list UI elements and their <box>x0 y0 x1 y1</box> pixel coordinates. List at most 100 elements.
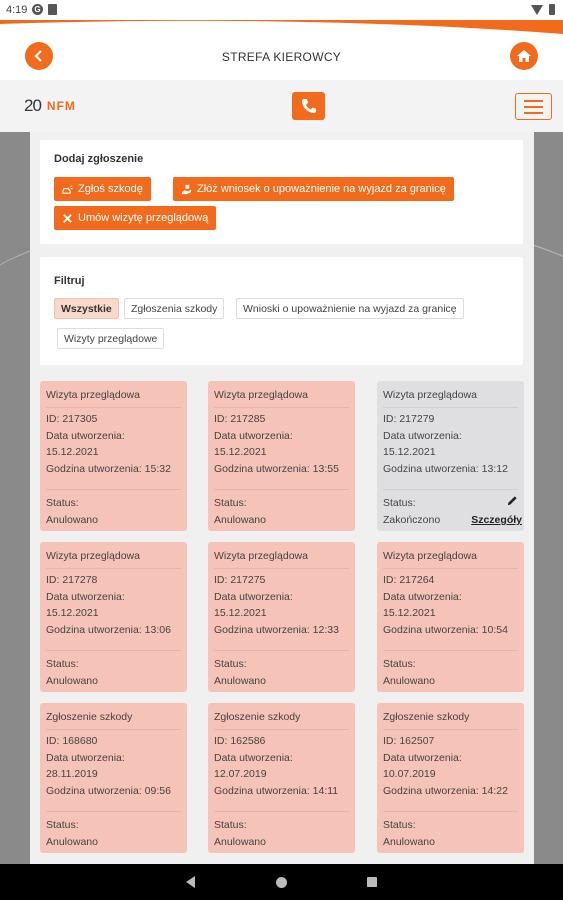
status-bar: 4:19 G <box>0 0 563 20</box>
google-icon: G <box>32 4 43 15</box>
card-date: 15.12.2021 <box>46 446 99 458</box>
card-id: ID: 162586 <box>214 735 266 747</box>
card-date-label: Data utworzenia: <box>214 591 293 603</box>
request-card[interactable]: Wizyta przeglądowa ID: 217275 Data utworze… <box>208 542 355 692</box>
add-request-title: Dodaj zgłoszenie <box>54 153 144 165</box>
logo-number: 20 <box>24 96 42 115</box>
app-header: STREFA KIEROWCY <box>0 34 563 80</box>
request-card[interactable]: Zgłoszenie szkody ID: 162586 Data utworzen… <box>208 703 355 853</box>
schedule-inspection-button[interactable]: Umów wizytę przeglądową <box>54 206 217 230</box>
card-date: 12.07.2019 <box>214 768 267 780</box>
card-status: Anulowano <box>46 836 98 848</box>
card-divider <box>46 650 181 651</box>
report-damage-label: Zgłoś szkodę <box>78 183 143 195</box>
abroad-authorization-label: Złóż wniosek o upoważnienie na wyjazd za… <box>197 183 446 195</box>
card-status: Anulowano <box>214 675 266 687</box>
card-id: ID: 162507 <box>383 735 435 747</box>
card-status: Anulowano <box>46 675 98 687</box>
card-details-link[interactable]: Szczegóły <box>471 514 522 526</box>
filter-inspection-chip[interactable]: Wizyty przeglądowe <box>57 328 165 349</box>
sim-card-icon <box>48 4 57 15</box>
request-card[interactable]: Wizyta przeglądowa ID: 217279 Data utworze… <box>377 381 524 531</box>
request-card[interactable]: Zgłoszenie szkody ID: 162507 Data utworzen… <box>377 703 524 853</box>
card-type: Wizyta przeglądowa <box>214 389 308 401</box>
card-divider <box>214 650 349 651</box>
company-logo[interactable]: 20 NFM <box>24 96 76 116</box>
menu-line-icon <box>524 105 543 108</box>
card-time: Godzina utworzenia: 12:33 <box>214 624 339 636</box>
card-date: 28.11.2019 <box>46 768 98 780</box>
card-id: ID: 217279 <box>383 413 435 425</box>
card-type: Zgłoszenie szkody <box>383 711 470 723</box>
menu-line-icon <box>524 111 543 114</box>
filter-authorization-chip[interactable]: Wnioski o upoważnienie na wyjazd za gran… <box>236 298 464 319</box>
card-id: ID: 217275 <box>214 574 266 586</box>
header-swoosh <box>0 20 563 34</box>
request-card[interactable]: Wizyta przeglądowa ID: 217278 Data utworze… <box>40 542 187 692</box>
card-status-label: Status: <box>46 819 79 831</box>
card-date-label: Data utworzenia: <box>214 752 293 764</box>
card-status: Anulowano <box>383 675 435 687</box>
card-status-label: Status: <box>46 658 79 670</box>
home-button[interactable] <box>510 42 538 70</box>
card-type: Zgłoszenie szkody <box>214 711 301 723</box>
menu-line-icon <box>524 99 543 102</box>
card-type: Wizyta przeglądowa <box>214 550 308 562</box>
page-title: STREFA KIEROWCY <box>221 50 342 64</box>
card-date: 15.12.2021 <box>214 607 267 619</box>
filter-title: Filtruj <box>54 275 85 287</box>
card-type: Wizyta przeglądowa <box>383 389 477 401</box>
card-date-label: Data utworzenia: <box>383 591 462 603</box>
request-card[interactable]: Wizyta przeglądowa ID: 217285 Data utworze… <box>208 381 355 531</box>
nav-back-icon[interactable] <box>186 876 195 888</box>
card-divider <box>383 407 518 408</box>
battery-icon <box>549 4 555 15</box>
card-date-label: Data utworzenia: <box>46 752 125 764</box>
card-time: Godzina utworzenia: 10:54 <box>383 624 508 636</box>
card-time: Godzina utworzenia: 13:06 <box>46 624 171 636</box>
card-id: ID: 217264 <box>383 574 435 586</box>
card-date: 15.12.2021 <box>383 607 436 619</box>
card-divider <box>383 729 518 730</box>
card-date-label: Data utworzenia: <box>383 430 462 442</box>
card-status: Anulowano <box>46 514 98 526</box>
card-status: Anulowano <box>214 514 266 526</box>
request-card[interactable]: Zgłoszenie szkody ID: 168680 Data utworzen… <box>40 703 187 853</box>
card-divider <box>383 811 518 812</box>
abroad-authorization-button[interactable]: Złóż wniosek o upoważnienie na wyjazd za… <box>173 177 454 201</box>
card-divider <box>46 811 181 812</box>
car-crash-icon <box>62 184 73 194</box>
add-request-panel: Dodaj zgłoszenie Zgłoś szkodę Złóż wnios… <box>40 140 523 244</box>
card-divider <box>383 489 518 490</box>
card-id: ID: 168680 <box>46 735 98 747</box>
filter-all-chip[interactable]: Wszystkie <box>54 298 119 319</box>
card-time: Godzina utworzenia: 15:32 <box>46 463 171 475</box>
nav-home-icon[interactable] <box>276 877 287 888</box>
card-date-label: Data utworzenia: <box>383 752 462 764</box>
card-divider <box>214 568 349 569</box>
card-status: Zakończono <box>383 514 441 526</box>
card-divider <box>383 568 518 569</box>
request-card[interactable]: Wizyta przeglądowa ID: 217305 Data utworze… <box>40 381 187 531</box>
card-date-label: Data utworzenia: <box>214 430 293 442</box>
report-damage-button[interactable]: Zgłoś szkodę <box>54 177 151 201</box>
hand-document-icon <box>181 184 192 194</box>
card-status-label: Status: <box>214 658 247 670</box>
card-type: Wizyta przeglądowa <box>46 550 140 562</box>
card-date: 15.12.2021 <box>214 446 267 458</box>
request-card[interactable]: Wizyta przeglądowa ID: 217264 Data utworze… <box>377 542 524 692</box>
card-status-label: Status: <box>46 497 79 509</box>
pencil-icon[interactable] <box>507 495 518 506</box>
status-time: 4:19 <box>6 4 28 16</box>
filter-damage-chip[interactable]: Zgłoszenia szkody <box>124 298 225 319</box>
card-date: 15.12.2021 <box>46 607 99 619</box>
card-type: Zgłoszenie szkody <box>46 711 133 723</box>
hamburger-menu-button[interactable] <box>515 93 552 120</box>
card-divider <box>46 489 181 490</box>
phone-icon <box>301 99 316 113</box>
call-button[interactable] <box>292 92 325 120</box>
card-divider <box>46 568 181 569</box>
card-divider <box>46 407 181 408</box>
card-divider <box>214 489 349 490</box>
nav-recents-icon[interactable] <box>367 877 377 887</box>
